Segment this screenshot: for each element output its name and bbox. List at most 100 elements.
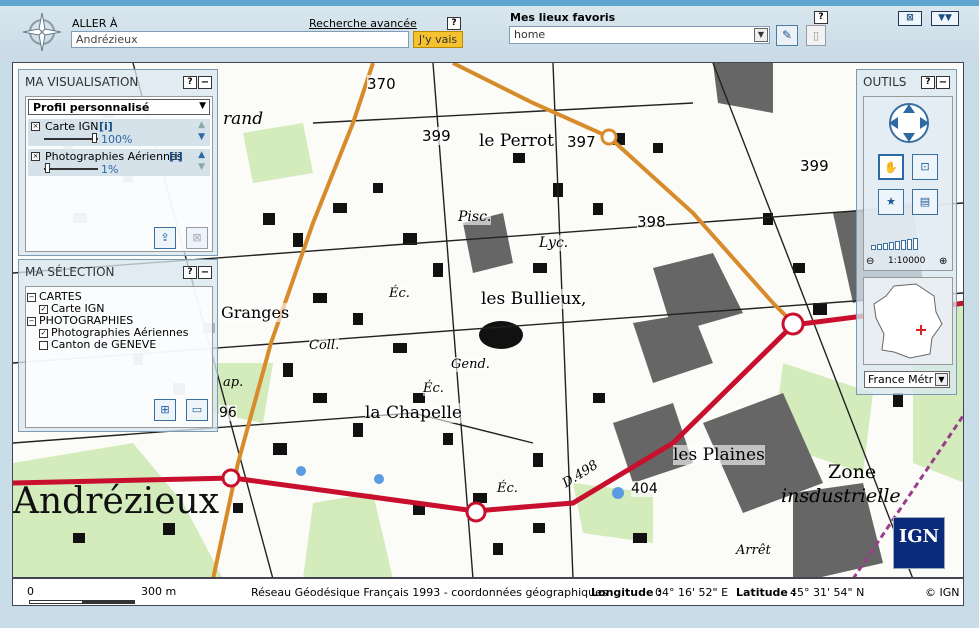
favorites-value: home <box>514 28 546 41</box>
zoom-out-icon[interactable]: ⊖ <box>866 256 874 267</box>
map-label-granges: Granges <box>221 303 290 322</box>
map-label-arret: Arrêt <box>736 543 771 558</box>
remove-layer-icon[interactable]: × <box>31 152 40 161</box>
close-window-button[interactable]: ⊠ <box>898 11 922 26</box>
trash-icon[interactable]: ▯ <box>806 25 826 46</box>
top-toolbar: ALLER À Andrézieux Recherche avancée ? J… <box>0 0 979 62</box>
checkbox-unchecked[interactable] <box>39 340 48 350</box>
selection-tree: − CARTES ✓ Carte IGN − PHOTOGRAPHIES ✓ Photo… <box>27 291 189 351</box>
opacity-slider[interactable] <box>44 168 98 170</box>
zoom-scale-slider[interactable] <box>871 238 941 250</box>
tools-minimize-button[interactable]: − <box>936 76 950 89</box>
map-label-gendarmerie: Gend. <box>451 357 490 372</box>
layer-info-link[interactable]: [i] <box>99 120 113 133</box>
overview-map[interactable] <box>863 277 953 365</box>
move-down-icon[interactable]: ▼ <box>198 162 205 172</box>
pin-icon[interactable]: ✎ <box>776 25 798 46</box>
elevation-370: 370 <box>367 75 396 93</box>
map-label-grand: rand <box>223 109 264 129</box>
region-select[interactable]: France Métr ▼ <box>864 371 950 388</box>
elevation-404: 404 <box>631 481 658 497</box>
layer-opacity: 100% <box>101 133 133 146</box>
hand-icon[interactable]: ✋ <box>878 154 904 180</box>
goto-input[interactable]: Andrézieux <box>71 31 409 48</box>
bottom-strip <box>0 606 979 628</box>
latitude-label: Latitude : <box>736 586 797 599</box>
map-label-zone: Zone <box>828 461 877 483</box>
favorites-select[interactable]: home ▼ <box>509 26 770 44</box>
scale-bar <box>29 600 135 604</box>
chevron-down-icon[interactable]: ▼ <box>754 28 768 42</box>
selection-minimize-button[interactable]: − <box>198 266 212 279</box>
elevation-397: 397 <box>567 133 596 151</box>
elevation-96: 96 <box>219 405 237 421</box>
collapse-icon[interactable]: − <box>27 316 36 326</box>
elevation-399-b: 399 <box>800 157 829 175</box>
longitude-value: 04° 16' 52" E <box>655 586 729 599</box>
map-label-town: Andrézieux <box>13 481 220 522</box>
zoom-in-icon[interactable]: ⊕ <box>939 256 947 267</box>
scale-zero: 0 <box>27 585 34 598</box>
folder-icon[interactable]: ▭ <box>186 399 208 421</box>
remove-layer-icon[interactable]: × <box>31 122 40 131</box>
layer-row-carte-ign[interactable]: × Carte IGN [i] 100% ▲ ▼ <box>28 119 210 146</box>
opacity-slider[interactable] <box>44 138 98 140</box>
add-layer-icon[interactable]: ⇪ <box>154 227 176 249</box>
move-up-icon[interactable]: ▲ <box>198 150 205 160</box>
map-label-lycee: Lyc. <box>539 235 569 251</box>
pan-arrows-icon[interactable] <box>884 100 934 146</box>
move-down-icon[interactable]: ▼ <box>198 132 205 142</box>
opacity-thumb[interactable] <box>45 163 50 173</box>
move-up-icon[interactable]: ▲ <box>198 120 205 130</box>
checkbox-checked[interactable]: ✓ <box>39 304 48 314</box>
layer-name: Photographies Aériennes <box>45 150 183 163</box>
latitude-value: 45° 31' 54" N <box>790 586 865 599</box>
selection-panel: MA SÉLECTION ? − − CARTES ✓ Carte IGN − PHO… <box>18 259 218 432</box>
go-button[interactable]: J'y vais <box>413 31 463 48</box>
selection-title: MA SÉLECTION <box>25 265 115 279</box>
collapse-window-button[interactable]: ▼▼ <box>931 11 959 26</box>
elevation-399-a: 399 <box>422 127 451 145</box>
map-label-piscine: Pisc. <box>458 209 492 225</box>
map-label-plaines: les Plaines <box>673 445 765 465</box>
opacity-thumb[interactable] <box>92 133 97 143</box>
compass-icon <box>22 12 62 52</box>
datum-text: Réseau Géodésique Français 1993 - coordo… <box>251 586 608 599</box>
france-map-icon <box>873 283 943 359</box>
chevron-down-icon[interactable]: ▼ <box>199 101 206 111</box>
map-label-ecole-1: Éc. <box>389 286 410 301</box>
chevron-down-icon[interactable]: ▼ <box>935 373 948 386</box>
tree-item-canton-geneve[interactable]: Canton de GENEVE <box>27 339 189 351</box>
delete-layer-icon[interactable]: ⊠ <box>186 227 208 249</box>
star-icon[interactable]: ★ <box>878 189 904 215</box>
favorites-label: Mes lieux favoris <box>510 11 616 24</box>
map-label-perrot: le Perrot <box>479 131 554 151</box>
tools-title: OUTILS <box>863 75 907 89</box>
map-label-college: Coll. <box>309 338 340 353</box>
checkbox-checked[interactable]: ✓ <box>39 328 48 338</box>
map-label-zone-industrielle: insdustrielle <box>781 485 901 507</box>
zoom-box-icon[interactable]: ⊡ <box>912 154 938 180</box>
add-selection-icon[interactable]: ⊞ <box>154 399 176 421</box>
goto-label: ALLER À <box>72 17 118 30</box>
visualisation-minimize-button[interactable]: − <box>198 76 212 89</box>
selection-help-button[interactable]: ? <box>183 266 197 279</box>
longitude-label: Longitude : <box>591 586 662 599</box>
layer-info-link[interactable]: [i] <box>169 150 183 163</box>
region-value: France Métr <box>868 373 934 386</box>
favorites-help-button[interactable]: ? <box>814 11 828 24</box>
profile-select[interactable]: Profil personnalisé ▼ <box>28 99 210 115</box>
visualisation-help-button[interactable]: ? <box>183 76 197 89</box>
help-button[interactable]: ? <box>447 17 461 30</box>
tools-panel: OUTILS ? − ✋ ⊡ ★ ▤ ⊖ 1:10000 ⊕ France Mé… <box>856 69 957 395</box>
map-label-chapelle: la Chapelle <box>365 403 462 423</box>
map-label-ecole-2: Éc. <box>423 381 444 396</box>
layer-row-photographies[interactable]: × Photographies Aériennes [i] 1% ▲ ▼ <box>28 149 210 176</box>
visualisation-title: MA VISUALISATION <box>25 75 139 89</box>
tools-help-button[interactable]: ? <box>921 76 935 89</box>
collapse-icon[interactable]: − <box>27 292 36 302</box>
map-label-cap: ap. <box>223 375 244 390</box>
advanced-search-link[interactable]: Recherche avancée <box>309 17 417 30</box>
document-icon[interactable]: ▤ <box>912 189 938 215</box>
map-label-bullieux: les Bullieux, <box>481 289 587 309</box>
